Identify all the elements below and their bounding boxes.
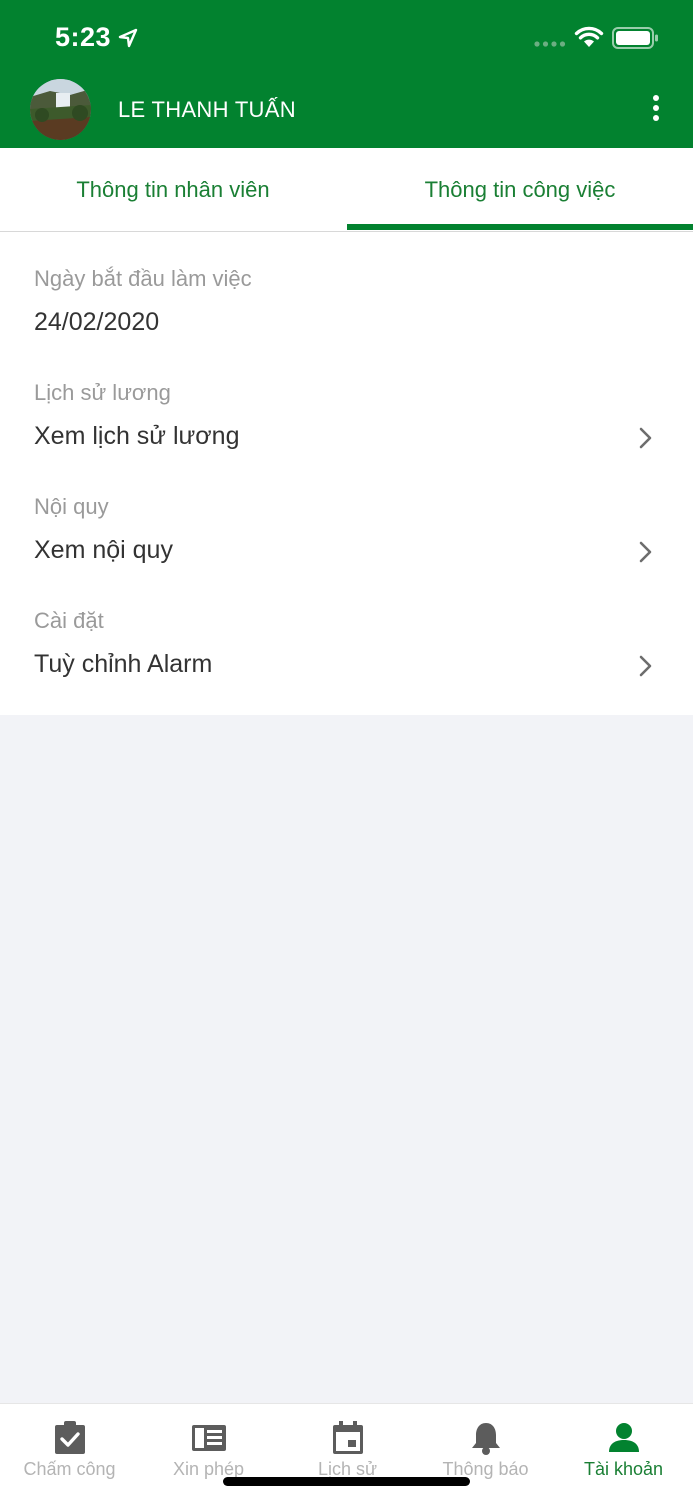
rules-label: Nội quy (34, 494, 109, 519)
chevron-right-icon (639, 427, 652, 449)
start-date-value: 24/02/2020 (34, 308, 160, 336)
tab-job-info[interactable]: Thông tin công việc (347, 148, 693, 232)
person-icon (608, 1423, 639, 1452)
rules-value: Xem nội quy (34, 536, 173, 564)
job-info-panel: Ngày bắt đầu làm việc 24/02/2020 Lịch sử… (0, 232, 693, 715)
chevron-right-icon (639, 541, 652, 563)
start-date-label: Ngày bắt đầu làm việc (34, 266, 252, 291)
salary-history-row[interactable]: Xem lịch sử lương (0, 412, 693, 462)
salary-history-label: Lịch sử lương (34, 380, 171, 405)
avatar[interactable] (30, 79, 91, 140)
bell-icon (471, 1423, 500, 1455)
tab-bar-top: Thông tin nhân viên Thông tin công việc (0, 148, 693, 232)
status-time: 5:23 (55, 22, 112, 52)
tabbar-item-account[interactable]: Tài khoản (554, 1404, 693, 1500)
tab-employee-info[interactable]: Thông tin nhân viên (0, 148, 346, 232)
tabbar-label: Chấm công (23, 1459, 116, 1479)
rules-row[interactable]: Xem nội quy (0, 526, 693, 576)
battery-icon (612, 27, 658, 49)
tabbar-item-timekeeping[interactable]: Chấm công (0, 1404, 139, 1500)
tabbar-label: Tài khoản (583, 1459, 664, 1479)
avatar-waterfall-image (30, 79, 91, 140)
document-list-icon (191, 1425, 226, 1451)
active-tab-indicator (347, 224, 693, 230)
calendar-icon (332, 1421, 363, 1454)
settings-label: Cài đặt (34, 608, 104, 633)
home-indicator (223, 1477, 470, 1486)
wifi-icon (574, 26, 604, 47)
status-bar: 5:23 (0, 0, 693, 76)
more-vertical-icon[interactable] (645, 94, 667, 126)
alarm-settings-row[interactable]: Tuỳ chỉnh Alarm (0, 640, 693, 690)
chevron-right-icon (639, 655, 652, 677)
cellular-signal-icon (534, 41, 566, 47)
alarm-settings-value: Tuỳ chỉnh Alarm (34, 650, 213, 678)
app-header: 5:23 LE THANH TUẤN (0, 0, 693, 148)
location-arrow-icon (118, 28, 138, 48)
username: LE THANH TUẤN (118, 97, 296, 122)
salary-history-value: Xem lịch sử lương (34, 422, 240, 450)
clipboard-check-icon (54, 1421, 85, 1454)
